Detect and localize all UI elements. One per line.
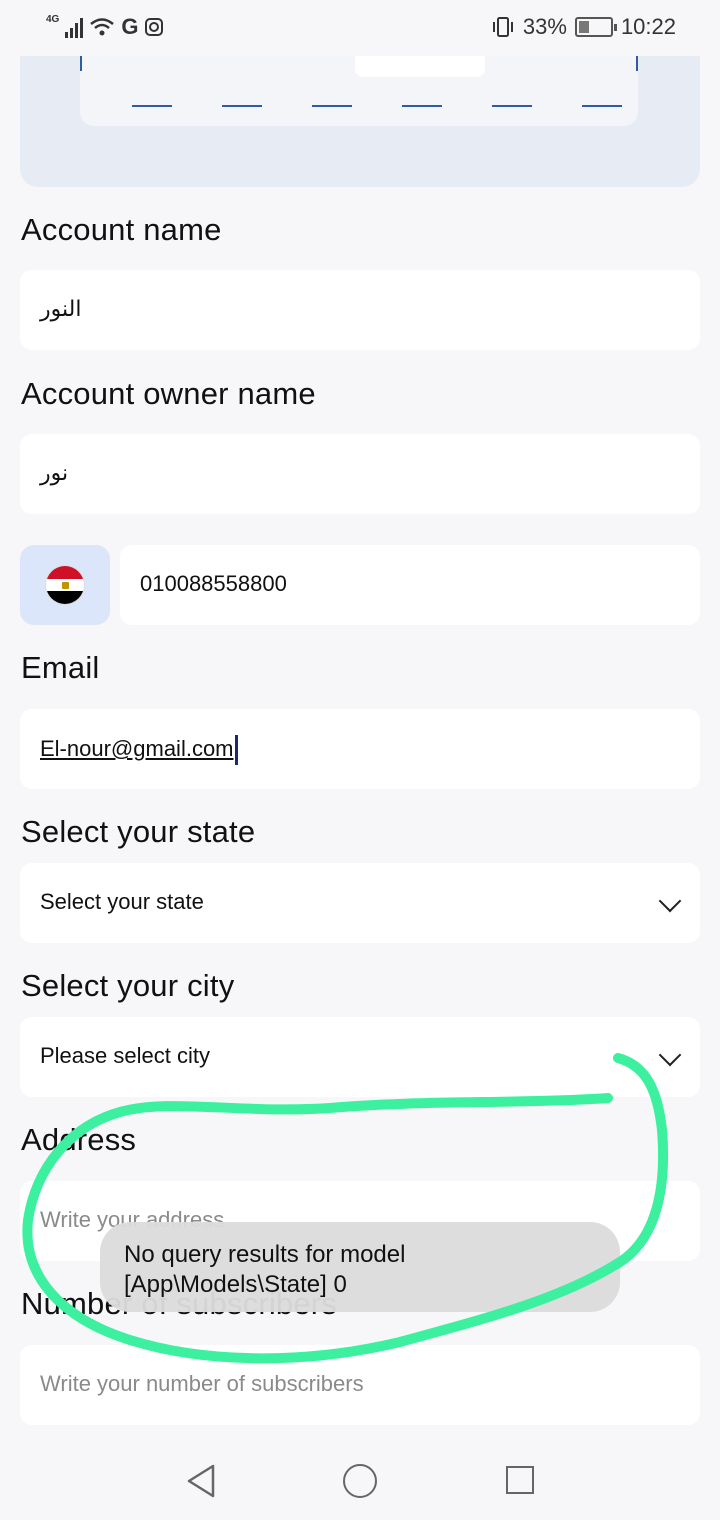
chevron-down-icon bbox=[658, 889, 682, 913]
state-label: Select your state bbox=[21, 814, 256, 849]
dash-border bbox=[582, 105, 622, 107]
toast-line-2: [App\Models\State] 0 bbox=[124, 1271, 347, 1298]
error-toast: No query results for model [App\Models\S… bbox=[100, 1222, 620, 1312]
account-owner-name-value: نور bbox=[40, 460, 69, 485]
account-name-label: Account name bbox=[21, 212, 222, 247]
signal-icon bbox=[65, 16, 84, 38]
dash-border bbox=[312, 105, 352, 107]
egypt-flag-icon bbox=[45, 565, 85, 605]
instagram-icon bbox=[145, 18, 164, 36]
email-value: El-nour@gmail.com bbox=[40, 735, 234, 761]
chevron-down-icon bbox=[658, 1043, 682, 1067]
dash-border bbox=[132, 105, 172, 107]
account-name-field[interactable]: النور bbox=[20, 270, 700, 350]
google-icon: G bbox=[121, 14, 139, 39]
image-upload-area[interactable] bbox=[20, 56, 700, 187]
status-right: 33% 10:22 bbox=[491, 14, 676, 40]
home-icon[interactable] bbox=[343, 1464, 377, 1498]
text-cursor bbox=[234, 735, 238, 765]
battery-percent: 33% bbox=[522, 14, 567, 39]
system-nav-bar bbox=[0, 1440, 720, 1520]
subscribers-field[interactable]: Write your number of subscribers bbox=[20, 1345, 700, 1425]
email-label: Email bbox=[21, 650, 100, 685]
vibrate-icon bbox=[492, 17, 513, 37]
wifi-icon bbox=[90, 18, 115, 36]
recent-apps-icon[interactable] bbox=[506, 1466, 534, 1494]
state-dropdown[interactable]: Select your state bbox=[20, 863, 700, 943]
status-bar: 4G G 33% 10:22 bbox=[0, 0, 720, 56]
phone-field[interactable]: 010088558800 bbox=[120, 545, 700, 625]
battery-fill bbox=[578, 21, 589, 33]
email-field[interactable]: El-nour@gmail.com bbox=[20, 709, 700, 789]
address-label: Address bbox=[21, 1122, 137, 1157]
account-owner-name-field[interactable]: نور bbox=[20, 434, 700, 514]
account-name-value: النور bbox=[40, 296, 82, 321]
city-label: Select your city bbox=[21, 968, 235, 1003]
battery-icon bbox=[574, 17, 617, 37]
back-icon[interactable] bbox=[186, 1464, 216, 1498]
city-dropdown[interactable]: Please select city bbox=[20, 1017, 700, 1097]
subscribers-placeholder: Write your number of subscribers bbox=[40, 1371, 364, 1396]
state-selected: Select your state bbox=[40, 889, 204, 914]
account-owner-name-label: Account owner name bbox=[21, 376, 316, 411]
toast-line-1: No query results for model bbox=[124, 1241, 406, 1268]
phone-value: 010088558800 bbox=[140, 571, 287, 596]
country-code-picker[interactable] bbox=[20, 545, 110, 625]
email-text: El-nour@gmail.com bbox=[40, 735, 238, 765]
network-type: 4G bbox=[46, 13, 60, 25]
dash-border bbox=[492, 105, 532, 107]
upload-card bbox=[80, 56, 638, 126]
image-preview[interactable] bbox=[355, 56, 485, 77]
upload-border-left bbox=[80, 56, 82, 71]
clock: 10:22 bbox=[620, 14, 676, 39]
city-selected: Please select city bbox=[40, 1043, 210, 1068]
upload-border-right bbox=[636, 56, 638, 71]
dash-border bbox=[402, 105, 442, 107]
dash-border bbox=[222, 105, 262, 107]
status-left: 4G G bbox=[46, 14, 164, 40]
